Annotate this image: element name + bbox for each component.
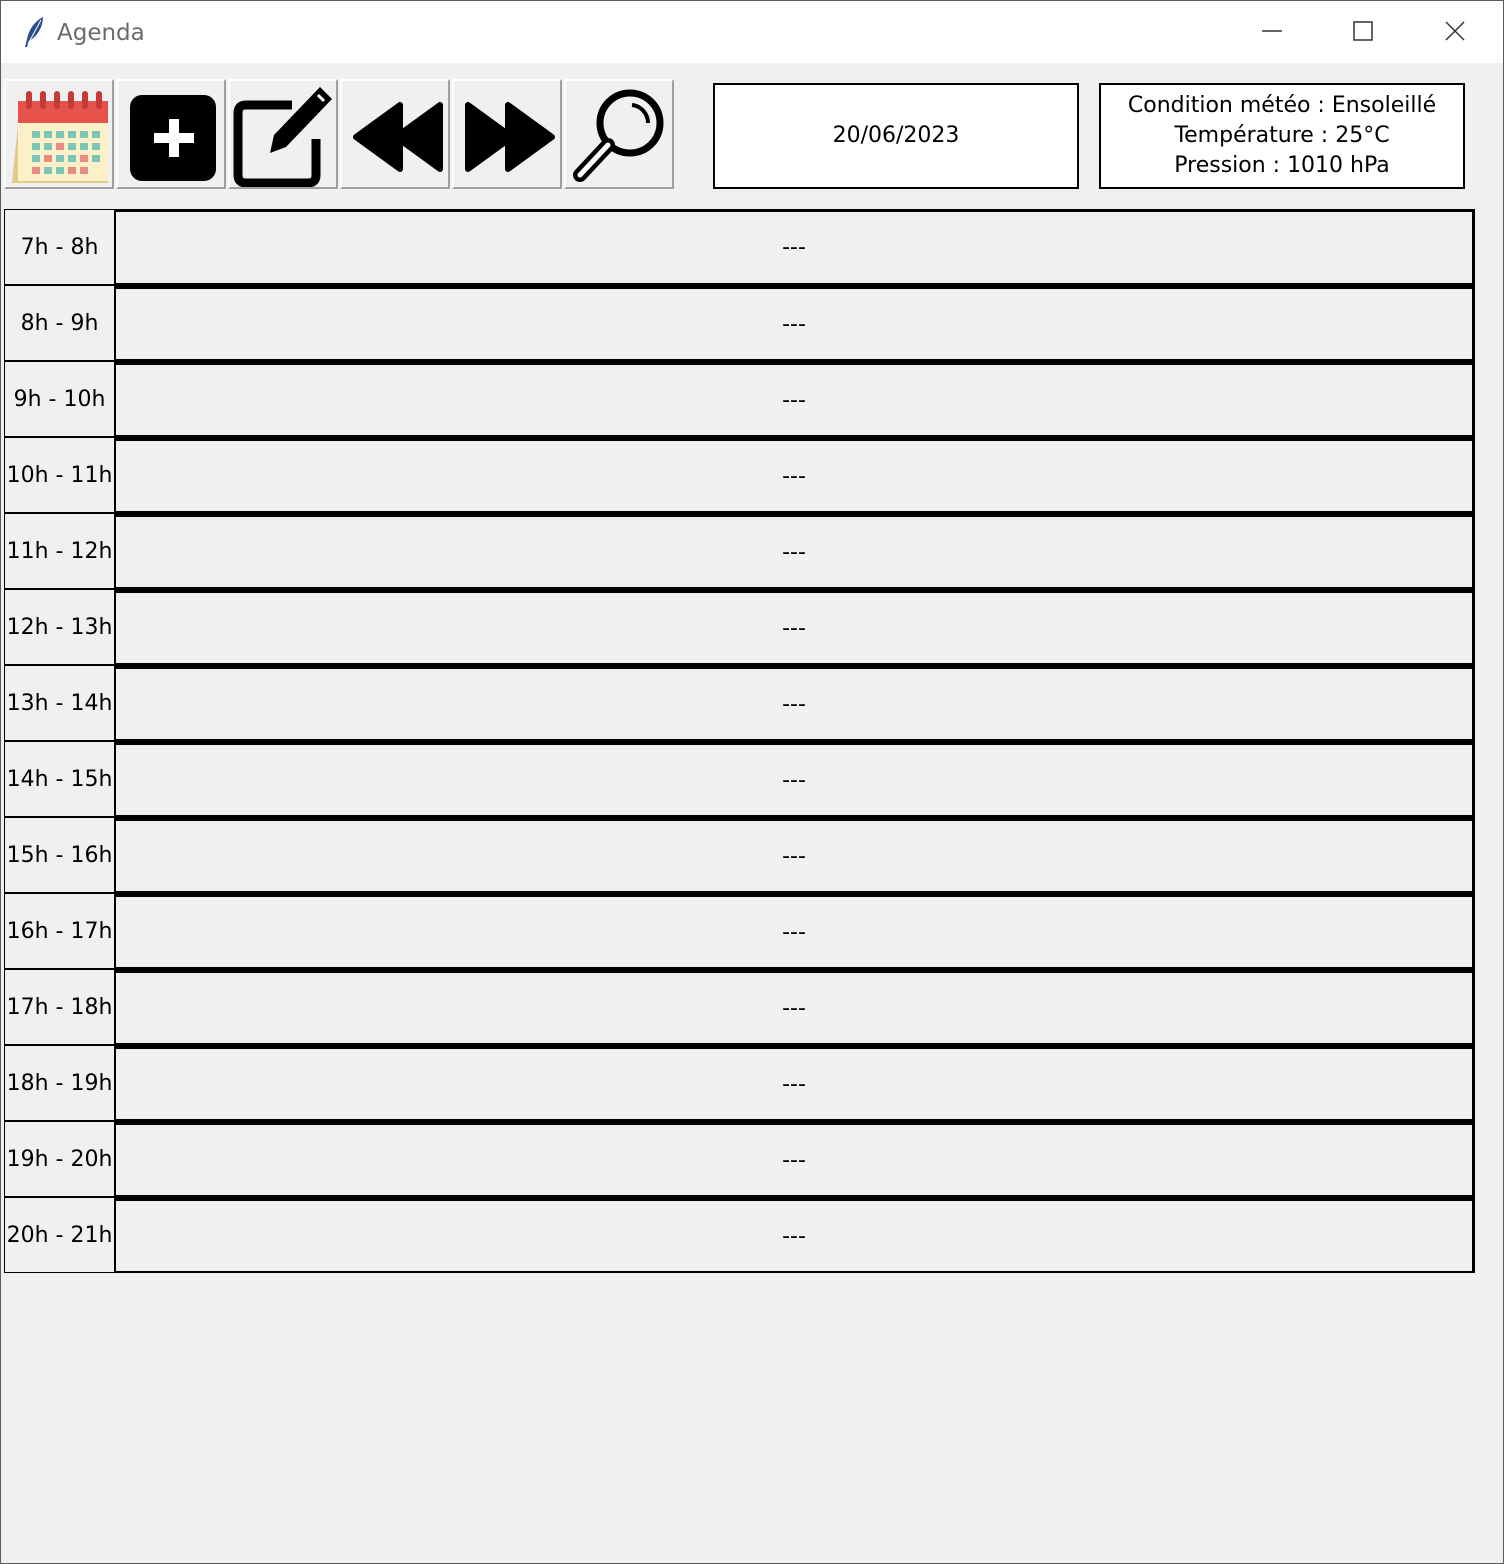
agenda-row: 17h - 18h --- [4, 969, 1475, 1045]
event-cell[interactable]: --- [116, 361, 1475, 437]
time-slot-label: 20h - 21h [4, 1197, 116, 1273]
add-event-button[interactable] [116, 79, 226, 189]
agenda-row: 13h - 14h --- [4, 665, 1475, 741]
rewind-icon [353, 102, 443, 172]
agenda-row: 19h - 20h --- [4, 1121, 1475, 1197]
event-cell[interactable]: --- [116, 1197, 1475, 1273]
time-slot-label: 16h - 17h [4, 893, 116, 969]
agenda-row: 8h - 9h --- [4, 285, 1475, 361]
maximize-icon [1353, 21, 1373, 41]
close-icon [1445, 21, 1465, 41]
feather-icon [21, 15, 47, 49]
time-slot-label: 8h - 9h [4, 285, 116, 361]
title-bar[interactable]: Agenda [1, 1, 1503, 63]
weather-temperature: Température : 25°C [1174, 123, 1390, 148]
event-cell[interactable]: --- [116, 817, 1475, 893]
close-button[interactable] [1409, 1, 1501, 63]
agenda-row: 7h - 8h --- [4, 209, 1475, 285]
previous-day-button[interactable] [340, 79, 450, 189]
time-slot-label: 10h - 11h [4, 437, 116, 513]
time-slot-label: 14h - 15h [4, 741, 116, 817]
time-slot-label: 12h - 13h [4, 589, 116, 665]
event-cell[interactable]: --- [116, 285, 1475, 361]
agenda-row: 18h - 19h --- [4, 1045, 1475, 1121]
agenda-row: 20h - 21h --- [4, 1197, 1475, 1273]
event-cell[interactable]: --- [116, 1045, 1475, 1121]
event-cell[interactable]: --- [116, 589, 1475, 665]
search-button[interactable] [564, 79, 674, 189]
maximize-button[interactable] [1317, 1, 1409, 63]
event-cell[interactable]: --- [116, 969, 1475, 1045]
weather-condition: Condition météo : Ensoleillé [1127, 93, 1437, 118]
time-slot-label: 11h - 12h [4, 513, 116, 589]
event-cell[interactable]: --- [116, 209, 1475, 285]
edit-event-button[interactable] [228, 79, 338, 189]
agenda-row: 9h - 10h --- [4, 361, 1475, 437]
date-label: 20/06/2023 [832, 123, 960, 148]
plus-icon [130, 95, 216, 181]
time-slot-label: 13h - 14h [4, 665, 116, 741]
agenda-row: 14h - 15h --- [4, 741, 1475, 817]
edit-icon [233, 87, 332, 187]
agenda-row: 11h - 12h --- [4, 513, 1475, 589]
weather-panel: Condition météo : Ensoleillé Température… [1099, 83, 1465, 189]
time-slot-label: 9h - 10h [4, 361, 116, 437]
event-cell[interactable]: --- [116, 1121, 1475, 1197]
time-slot-label: 15h - 16h [4, 817, 116, 893]
app-window: Agenda 20/06/2023 Condition météo: Enso… [0, 0, 1504, 1564]
time-slot-label: 18h - 19h [4, 1045, 116, 1121]
weather-pressure: Pression : 1010 hPa [1174, 153, 1390, 178]
event-cell[interactable]: --- [116, 665, 1475, 741]
minimize-button[interactable] [1226, 1, 1318, 63]
search-icon [573, 89, 664, 182]
agenda-row: 10h - 11h --- [4, 437, 1475, 513]
event-cell[interactable]: --- [116, 741, 1475, 817]
event-cell[interactable]: --- [116, 513, 1475, 589]
window-title: Agenda [57, 20, 145, 46]
event-cell[interactable]: --- [116, 437, 1475, 513]
next-day-button[interactable] [452, 79, 562, 189]
time-slot-label: 7h - 8h [4, 209, 116, 285]
fast-forward-icon [465, 102, 555, 172]
calendar-button[interactable] [4, 79, 114, 189]
time-slot-label: 19h - 20h [4, 1121, 116, 1197]
agenda-row: 12h - 13h --- [4, 589, 1475, 665]
calendar-icon [12, 91, 108, 183]
time-slot-label: 17h - 18h [4, 969, 116, 1045]
current-date-display: 20/06/2023 [713, 83, 1079, 189]
agenda-row: 16h - 17h --- [4, 893, 1475, 969]
event-cell[interactable]: --- [116, 893, 1475, 969]
agenda-row: 15h - 16h --- [4, 817, 1475, 893]
minimize-icon [1262, 30, 1282, 32]
